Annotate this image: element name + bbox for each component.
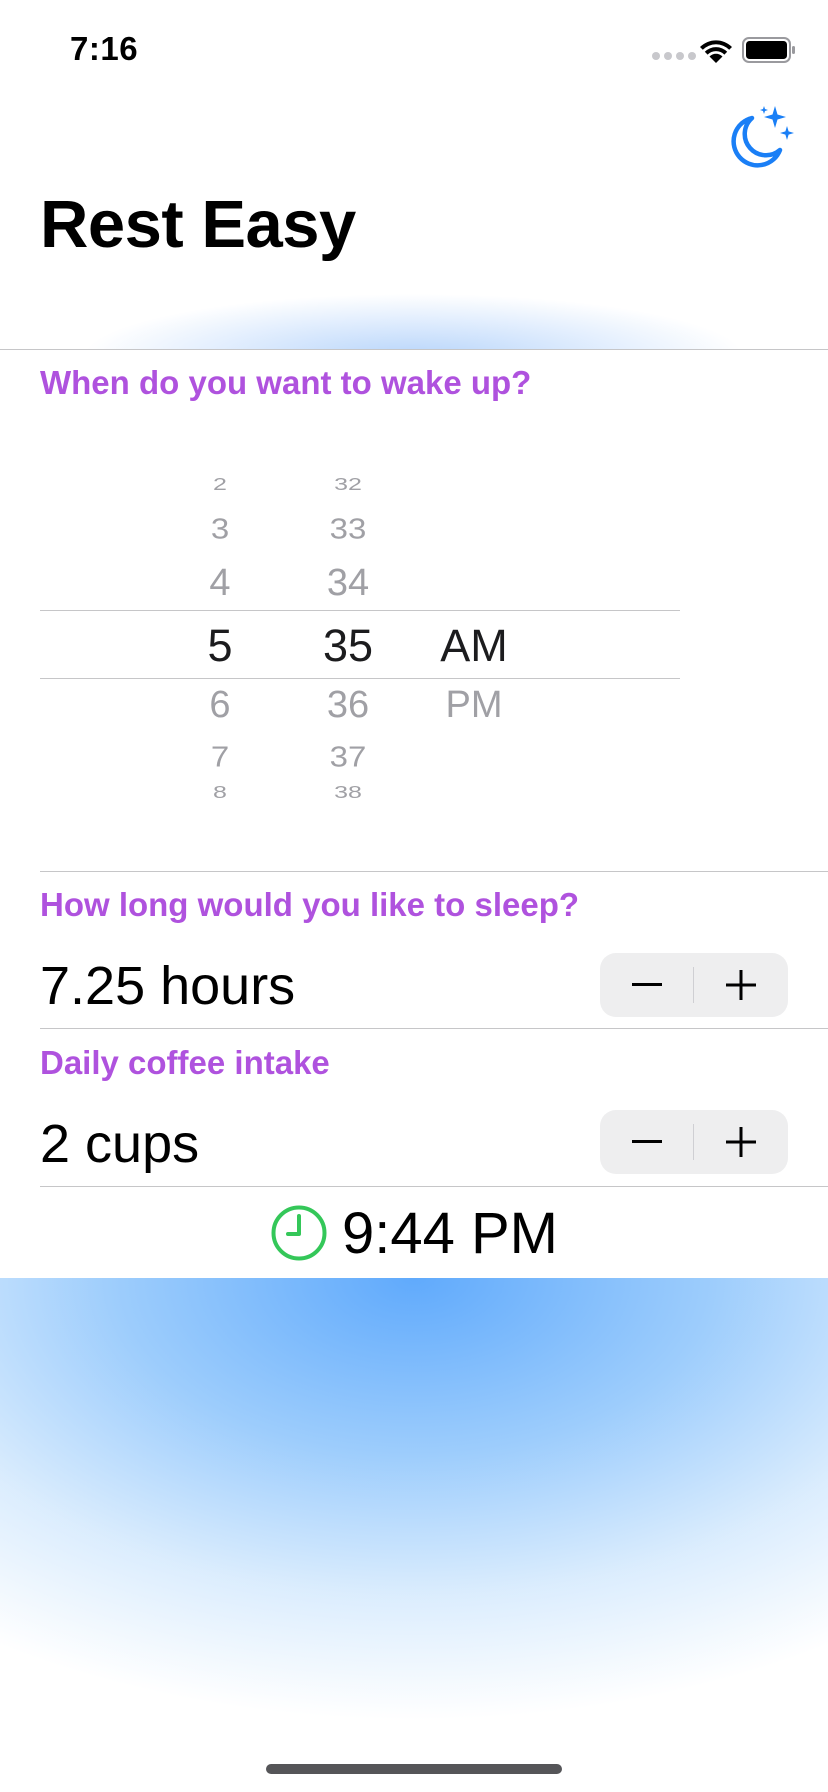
sleep-amount-stepper[interactable]: [600, 953, 788, 1017]
coffee-intake-section-label: Daily coffee intake: [40, 1044, 330, 1081]
bedtime-result: 9:44 PM: [0, 1188, 828, 1278]
page-title: Rest Easy: [40, 187, 356, 262]
status-bar: 7:16: [0, 0, 828, 100]
wake-up-section-label: When do you want to wake up?: [40, 364, 532, 401]
plus-icon: [726, 1127, 756, 1157]
header-divider: [0, 349, 828, 350]
picker-minute-item[interactable]: 32: [288, 475, 408, 494]
coffee-decrement-button[interactable]: [600, 1110, 694, 1174]
cellular-signal-icon: [652, 52, 696, 60]
coffee-intake-stepper[interactable]: [600, 1110, 788, 1174]
picker-minute-item[interactable]: 36: [288, 686, 408, 724]
bedtime-value: 9:44 PM: [342, 1200, 558, 1266]
picker-minute-column[interactable]: 32 33 34 35 36 37 38: [288, 460, 408, 820]
plus-icon: [726, 970, 756, 1000]
home-indicator[interactable]: [266, 1764, 562, 1774]
picker-minute-item-selected[interactable]: 35: [288, 623, 408, 668]
header-glow: [0, 270, 828, 350]
status-time: 7:16: [70, 30, 139, 67]
coffee-increment-button[interactable]: [694, 1110, 788, 1174]
picker-hour-item[interactable]: 6: [160, 686, 280, 724]
picker-hour-item-selected[interactable]: 5: [160, 623, 280, 668]
picker-period-column[interactable]: AM PM: [414, 460, 534, 820]
picker-hour-item[interactable]: 4: [160, 564, 280, 602]
moon-stars-icon[interactable]: [728, 106, 794, 172]
picker-hour-item[interactable]: 8: [160, 783, 280, 802]
picker-hour-item[interactable]: 3: [160, 514, 280, 543]
battery-icon: [742, 37, 795, 63]
picker-hour-item[interactable]: 2: [160, 475, 280, 494]
section-divider: [40, 871, 828, 872]
wake-up-time-picker[interactable]: 2 3 4 5 6 7 8 32 33 34 35 36 37 38 AM PM: [40, 460, 680, 820]
bottom-background-glow: [0, 1278, 828, 1792]
clock-icon: [271, 1205, 327, 1261]
picker-minute-item[interactable]: 34: [288, 564, 408, 602]
picker-minute-item[interactable]: 37: [288, 742, 408, 771]
sleep-increment-button[interactable]: [694, 953, 788, 1017]
picker-minute-item[interactable]: 38: [288, 783, 408, 802]
picker-minute-item[interactable]: 33: [288, 514, 408, 543]
picker-period-item-selected[interactable]: AM: [414, 623, 534, 668]
minus-icon: [632, 983, 662, 986]
sleep-decrement-button[interactable]: [600, 953, 694, 1017]
app-screen: 7:16 Rest Easy When do you want to wake …: [0, 0, 828, 1792]
picker-period-item[interactable]: PM: [414, 686, 534, 724]
sleep-amount-value: 7.25 hours: [40, 956, 296, 1016]
sleep-amount-section-label: How long would you like to sleep?: [40, 886, 580, 923]
section-divider: [40, 1186, 828, 1187]
coffee-intake-value: 2 cups: [40, 1114, 200, 1174]
minus-icon: [632, 1140, 662, 1143]
wifi-icon: [700, 40, 732, 63]
picker-hour-column[interactable]: 2 3 4 5 6 7 8: [160, 460, 280, 820]
picker-hour-item[interactable]: 7: [160, 742, 280, 771]
section-divider: [40, 1028, 828, 1029]
